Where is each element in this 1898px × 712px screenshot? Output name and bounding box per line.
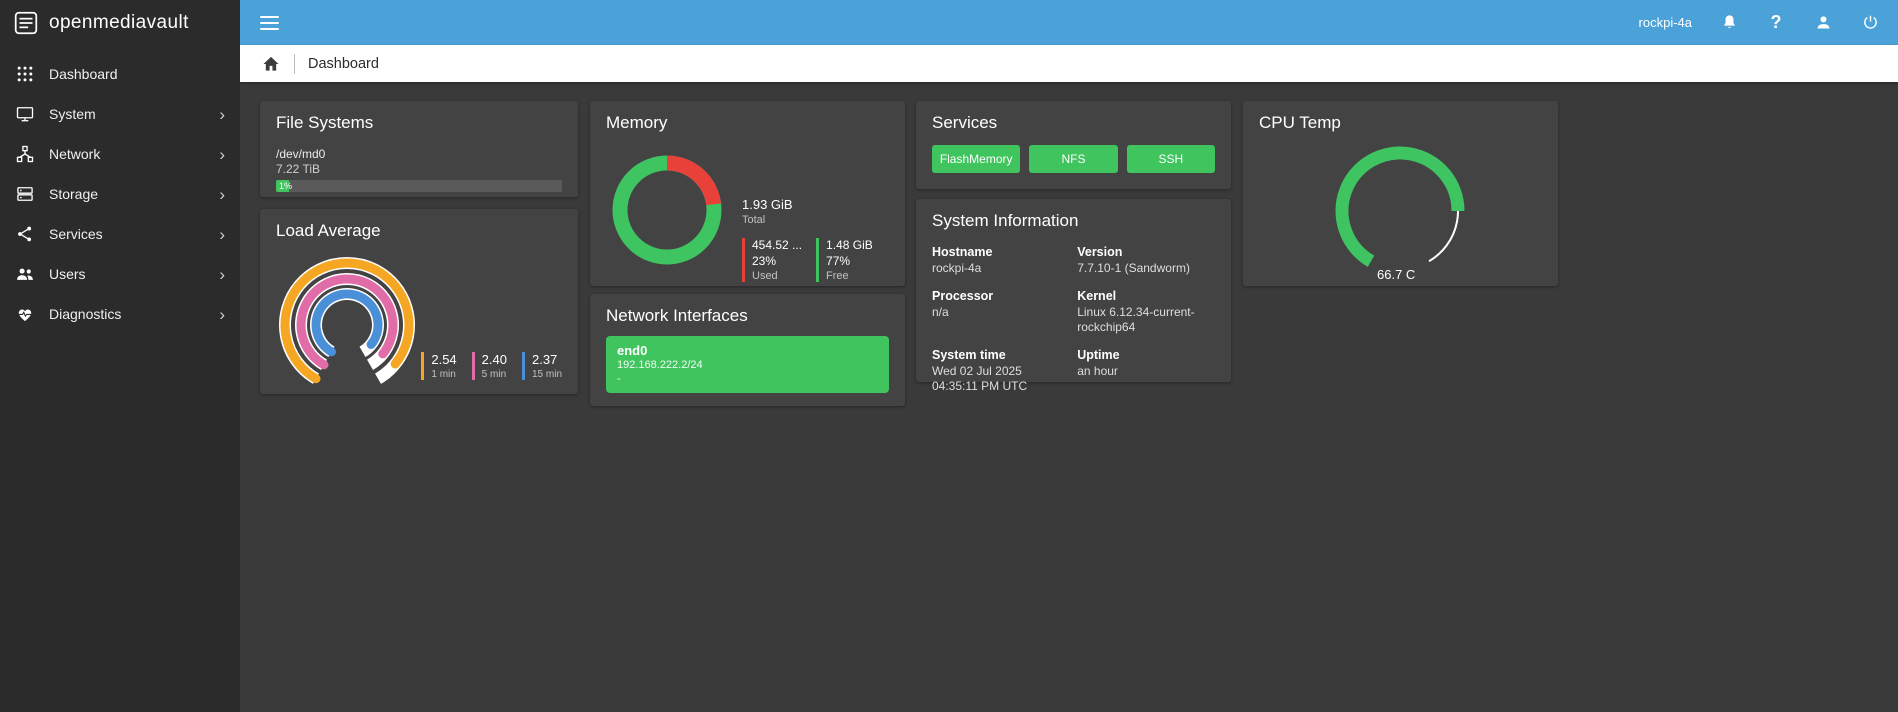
memory-free-block: 1.48 GiB 77% Free: [816, 238, 873, 282]
service-badge-flashmemory[interactable]: FlashMemory: [932, 145, 1021, 173]
widget-title: Load Average: [276, 221, 381, 240]
filesystem-device: /dev/md0: [276, 147, 326, 161]
network-interface-name: end0: [617, 343, 648, 358]
page-title: Dashboard: [308, 55, 379, 72]
sidebar: openmediavault Dashboard System › Networ…: [0, 0, 240, 712]
memory-details: 1.93 GiB Total 454.52 ... 23% Used 1.48 …: [742, 197, 873, 282]
network-interface-address: 192.168.222.2/24: [617, 359, 703, 371]
widget-cpu-temp: CPU Temp 66.7 C: [1243, 101, 1558, 286]
filesystem-size: 7.22 TiB: [276, 162, 321, 176]
sidebar-item-label: System: [49, 106, 96, 122]
app-logo[interactable]: openmediavault: [0, 0, 240, 46]
notifications-bell-icon[interactable]: [1719, 13, 1739, 33]
hostname-label: rockpi-4a: [1638, 15, 1692, 30]
widget-title: CPU Temp: [1259, 113, 1341, 132]
sidebar-item-users[interactable]: Users ›: [0, 254, 240, 294]
widget-title: Memory: [606, 113, 668, 132]
user-account-icon[interactable]: [1813, 13, 1833, 33]
load-average-gauge: [279, 257, 415, 384]
network-icon: [15, 144, 35, 164]
widget-title: Services: [932, 113, 998, 132]
breadcrumb-divider: [294, 53, 295, 74]
openmediavault-logo-icon: [14, 11, 38, 35]
widget-file-systems: File Systems /dev/md0 7.22 TiB 1%: [260, 101, 578, 197]
service-badge-ssh[interactable]: SSH: [1126, 145, 1215, 173]
chevron-right-icon: ›: [219, 104, 225, 124]
chevron-right-icon: ›: [219, 184, 225, 204]
help-icon[interactable]: ?: [1766, 12, 1786, 33]
sidebar-item-label: Users: [49, 266, 86, 282]
menu-toggle-button[interactable]: [258, 12, 281, 34]
chevron-right-icon: ›: [219, 304, 225, 324]
sidebar-item-storage[interactable]: Storage ›: [0, 174, 240, 214]
memory-used-block: 454.52 ... 23% Used: [742, 238, 802, 282]
widget-title: File Systems: [276, 113, 374, 132]
sysinfo-kernel: Kernel Linux 6.12.34-current-rockchip64: [1077, 289, 1195, 334]
network-interface-item: end0 192.168.222.2/24 -: [606, 336, 889, 393]
widget-services: Services FlashMemory NFS SSH: [916, 101, 1231, 189]
cpu-temp-gauge: 66.7 C: [1335, 146, 1465, 282]
services-icon: [15, 224, 35, 244]
widget-memory: Memory 1.93 GiB Total 454.52 ... 23% Use…: [590, 101, 905, 286]
users-icon: [15, 264, 35, 284]
topbar: rockpi-4a ?: [240, 0, 1898, 45]
dashboard-icon: [15, 64, 35, 84]
sidebar-item-dashboard[interactable]: Dashboard: [0, 54, 240, 94]
sysinfo-processor: Processor n/a: [932, 289, 994, 319]
chevron-right-icon: ›: [219, 264, 225, 284]
memory-donut-chart: [612, 155, 722, 265]
sysinfo-version: Version 7.7.10-1 (Sandworm): [1077, 245, 1190, 275]
breadcrumb: Dashboard: [240, 45, 1898, 82]
dashboard-main: File Systems /dev/md0 7.22 TiB 1% Load A…: [240, 82, 1898, 712]
load-legend-5min: 2.40 5 min: [471, 352, 507, 380]
logo-text: openmediavault: [49, 12, 189, 33]
network-interface-detail: -: [617, 373, 621, 385]
memory-total-value: 1.93 GiB: [742, 197, 793, 212]
sysinfo-uptime: Uptime an hour: [1077, 348, 1120, 378]
service-badge-nfs[interactable]: NFS: [1029, 145, 1118, 173]
sidebar-item-network[interactable]: Network ›: [0, 134, 240, 174]
home-icon[interactable]: [261, 54, 281, 74]
widget-system-information: System Information Hostname rockpi-4a Ve…: [916, 199, 1231, 393]
widget-load-average: Load Average 2.54 1 min 2.40 5 min 2.37 …: [260, 209, 578, 394]
widget-title: Network Interfaces: [606, 306, 748, 325]
sysinfo-system-time: System time Wed 02 Jul 2025 04:35:11 PM …: [932, 348, 1028, 393]
chevron-right-icon: ›: [219, 144, 225, 164]
filesystem-usage-bar: 1%: [276, 180, 562, 192]
storage-icon: [15, 184, 35, 204]
load-average-legend: 2.54 1 min 2.40 5 min 2.37 15 min: [421, 352, 562, 380]
sidebar-item-label: Diagnostics: [49, 306, 122, 322]
load-legend-1min: 2.54 1 min: [421, 352, 457, 380]
sidebar-item-label: Dashboard: [49, 66, 118, 82]
sidebar-item-label: Storage: [49, 186, 99, 202]
filesystem-usage-percent: 1%: [279, 181, 293, 191]
diagnostics-icon: [15, 304, 35, 324]
sidebar-item-services[interactable]: Services ›: [0, 214, 240, 254]
cpu-temp-value: 66.7 C: [1377, 267, 1415, 282]
memory-total-label: Total: [742, 214, 766, 226]
chevron-right-icon: ›: [219, 224, 225, 244]
widget-network-interfaces: Network Interfaces end0 192.168.222.2/24…: [590, 294, 905, 406]
load-legend-15min: 2.37 15 min: [521, 352, 562, 380]
sidebar-item-label: Network: [49, 146, 101, 162]
sidebar-item-system[interactable]: System ›: [0, 94, 240, 134]
power-logout-icon[interactable]: [1860, 13, 1880, 33]
sidebar-nav: Dashboard System › Network › Storage › S…: [0, 46, 240, 334]
sysinfo-hostname: Hostname rockpi-4a: [932, 245, 993, 275]
sidebar-item-diagnostics[interactable]: Diagnostics ›: [0, 294, 240, 334]
widget-title: System Information: [932, 211, 1079, 230]
sidebar-item-label: Services: [49, 226, 103, 242]
system-icon: [15, 104, 35, 124]
